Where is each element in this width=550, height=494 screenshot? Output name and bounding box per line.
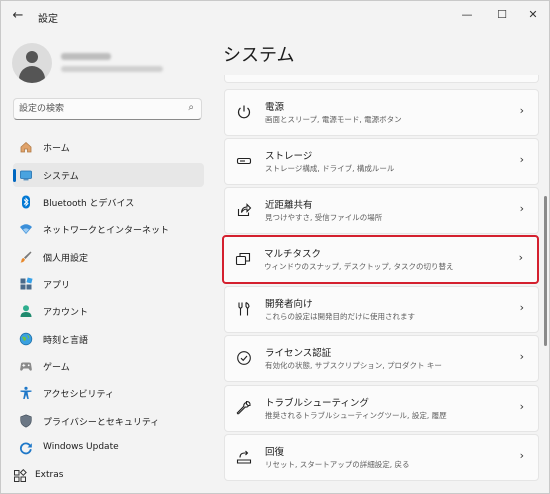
user-avatar-icon[interactable] [12,43,52,83]
sidebar-item-gaming[interactable]: ゲーム [13,354,204,378]
home-icon [20,141,32,153]
card-title: トラブルシューティング [265,398,369,409]
card-subtitle: ウィンドウのスナップ, デスクトップ, タスクの切り替え [264,262,454,271]
sidebar-item-label: ゲーム [43,363,70,373]
sidebar-item-label: ネットワークとインターネット [43,226,170,236]
sidebar-item-label: システム [43,172,79,182]
sidebar-item-privacy-security[interactable]: プライバシーとセキュリティ [13,409,204,433]
chevron-right-icon: › [519,202,524,215]
partial-card [224,75,539,83]
page-title: システム [223,45,295,66]
bluetooth-icon [22,195,30,209]
multitask-icon [235,252,251,266]
close-button[interactable]: ✕ [516,5,550,25]
title-bar: ← 設定 — ☐ ✕ [1,1,549,31]
wrench-icon [236,400,251,415]
sidebar-item-label: Windows Update [43,442,119,452]
sidebar-item-label: プライバシーとセキュリティ [43,418,160,428]
recovery-icon [236,450,252,464]
card-subtitle: リセット, スタートアップの詳細設定, 戻る [265,460,410,469]
sidebar-item-label: Extras [35,470,64,480]
card-title: 電源 [265,102,285,113]
storage-icon [236,157,252,165]
card-subtitle: これらの設定は開発目的だけに使用されます [265,312,415,321]
power-icon [237,105,251,119]
sidebar-item-label: ホーム [43,144,70,154]
chevron-right-icon: › [519,301,524,314]
search-icon[interactable]: ⌕ [188,102,194,113]
chevron-right-icon: › [519,449,524,462]
card-title: 回復 [265,447,285,458]
sidebar-item-accounts[interactable]: アカウント [13,299,204,323]
search-input[interactable] [19,101,179,116]
sidebar-item-system[interactable]: システム [13,163,204,187]
game-icon [20,362,32,371]
user-email-redacted [61,66,163,72]
chevron-right-icon: › [519,104,524,117]
accessibility-icon [20,386,32,399]
chevron-right-icon: › [518,251,523,264]
share-icon [237,203,252,217]
extras-icon [14,469,27,482]
settings-window: ← 設定 — ☐ ✕ ⌕ ホーム システム Bluetooth とデバイス ネッ… [0,0,550,494]
sidebar-item-time-language[interactable]: 時刻と言語 [13,327,204,351]
sidebar-item-label: アプリ [43,281,71,291]
sidebar-item-bluetooth[interactable]: Bluetooth とデバイス [13,190,204,214]
system-icon [20,170,32,181]
chevron-right-icon: › [519,400,524,413]
card-title: 近距離共有 [265,200,313,211]
update-icon [20,442,32,455]
card-title: マルチタスク [264,249,322,260]
card-title: ストレージ [265,151,313,162]
activation-icon [237,351,251,365]
settings-card-power[interactable]: 電源 画面とスリープ, 電源モード, 電源ボタン › [224,89,539,136]
globe-icon [19,332,33,346]
settings-card-recovery[interactable]: 回復 リセット, スタートアップの詳細設定, 戻る › [224,434,539,481]
card-subtitle: 推奨されるトラブルシューティングツール, 設定, 履歴 [265,411,447,420]
maximize-button[interactable]: ☐ [485,5,519,25]
sidebar-item-home[interactable]: ホーム [13,135,204,159]
developer-icon [238,302,250,316]
settings-card-storage[interactable]: ストレージ ストレージ構成, ドライブ, 構成ルール › [224,138,539,185]
card-subtitle: 画面とスリープ, 電源モード, 電源ボタン [265,115,402,124]
card-subtitle: ストレージ構成, ドライブ, 構成ルール [265,164,395,173]
chevron-right-icon: › [519,153,524,166]
card-subtitle: 見つけやすさ, 受信ファイルの場所 [265,213,383,222]
apps-icon [20,277,33,290]
sidebar-item-apps[interactable]: アプリ [13,272,204,296]
chevron-right-icon: › [519,350,524,363]
card-subtitle: 有効化の状態, サブスクリプション, プロダクト キー [265,361,442,370]
sidebar-item-windows-update[interactable]: Windows Update [13,436,204,460]
sidebar-item-personalization[interactable]: 個人用設定 [13,245,204,269]
app-title: 設定 [38,14,58,25]
sidebar-item-accessibility[interactable]: アクセシビリティ [13,381,204,405]
content-scrollbar[interactable] [544,196,547,346]
back-arrow-icon[interactable]: ← [9,8,27,24]
brush-icon [20,251,32,263]
shield-icon [20,414,32,428]
card-title: ライセンス認証 [265,348,332,359]
sidebar-item-label: Bluetooth とデバイス [43,199,135,209]
network-icon [20,224,32,234]
sidebar-item-label: 時刻と言語 [43,336,89,346]
sidebar-item-label: 個人用設定 [43,254,89,264]
account-icon [20,305,32,317]
minimize-button[interactable]: — [450,5,484,25]
card-title: 開発者向け [265,299,313,310]
sidebar-item-network[interactable]: ネットワークとインターネット [13,217,204,241]
settings-card-developers[interactable]: 開発者向け これらの設定は開発目的だけに使用されます › [224,286,539,333]
settings-card-nearby-sharing[interactable]: 近距離共有 見つけやすさ, 受信ファイルの場所 › [224,187,539,234]
selection-indicator [13,169,16,182]
settings-card-troubleshoot[interactable]: トラブルシューティング 推奨されるトラブルシューティングツール, 設定, 履歴 … [224,385,539,432]
sidebar-item-label: アカウント [43,308,89,318]
sidebar-item-label: アクセシビリティ [43,390,115,400]
sidebar-item-extras[interactable]: Extras [13,464,204,488]
user-name-redacted [61,53,111,60]
settings-search-box[interactable]: ⌕ [13,98,202,120]
settings-card-multitasking[interactable]: マルチタスク ウィンドウのスナップ, デスクトップ, タスクの切り替え › [222,235,539,284]
settings-card-activation[interactable]: ライセンス認証 有効化の状態, サブスクリプション, プロダクト キー › [224,335,539,382]
